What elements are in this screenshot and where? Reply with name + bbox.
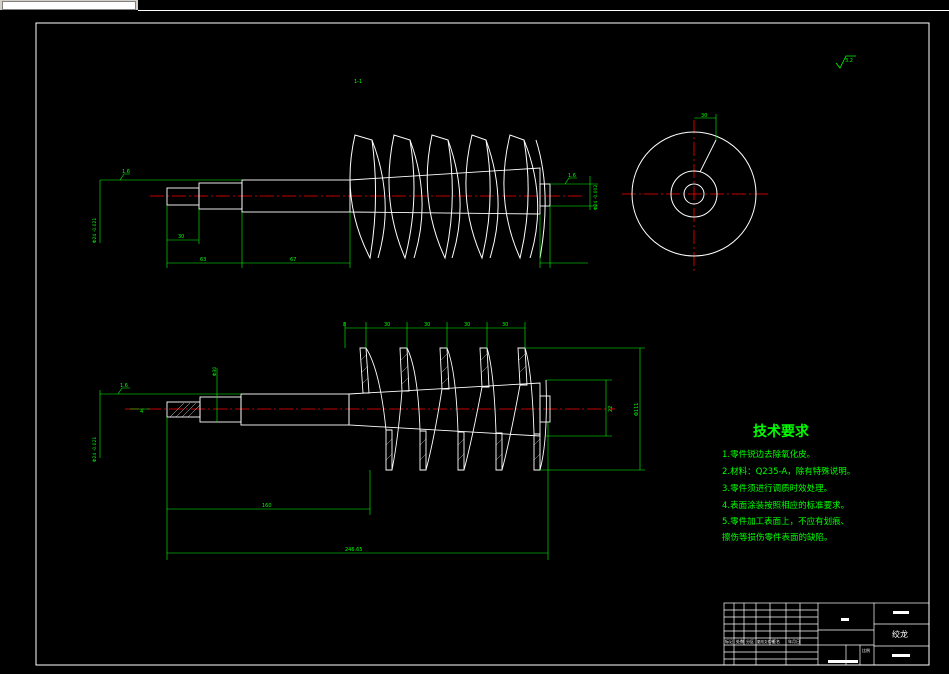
dim-core-diameter: 22 bbox=[608, 406, 614, 412]
dim-length-b: 67 bbox=[290, 257, 296, 263]
dim-roughness-left: 1.6 bbox=[122, 169, 130, 175]
dim-roughness-right: 1.6 bbox=[568, 173, 576, 179]
requirement-item-3: 3.零件须进行调质时效处理。 bbox=[722, 483, 832, 494]
spiral-flights bbox=[349, 134, 546, 260]
section-shaft-main bbox=[240, 393, 350, 426]
dim-roughness-bottom: 1.6 bbox=[120, 383, 128, 389]
requirement-item-2: 2.材料：Q235-A，除有特殊说明。 bbox=[722, 466, 855, 477]
dim-length-a: 63 bbox=[200, 257, 206, 263]
spiral-core bbox=[349, 167, 541, 215]
dim-keyway-length: 30 bbox=[178, 234, 184, 240]
scale-label: 比例 bbox=[862, 647, 870, 653]
requirement-item-4: 4.表面涂装按照相应的标准要求。 bbox=[722, 500, 849, 511]
technical-requirements: 技术要求 1.零件锐边去除氧化皮。 2.材料：Q235-A，除有特殊说明。 3.… bbox=[722, 423, 855, 543]
title-block-text: 绞龙 标记 处数 分区 更改文件号 签名 年月日 比例 bbox=[725, 611, 910, 663]
dim-keyway-mark: Φ30 bbox=[212, 367, 218, 376]
shaft-end-segment bbox=[166, 187, 200, 206]
bottom-view: 8 30 30 30 30 160 246.65 Φ111 22 Φ24 -0.… bbox=[92, 322, 645, 560]
corner-roughness-symbol: 3.2 bbox=[835, 55, 856, 69]
pitch-label-2: 30 bbox=[384, 322, 390, 328]
section-label: 1-1 bbox=[354, 79, 362, 85]
dim-shaft-diameter: Φ24 -0.021 bbox=[92, 437, 98, 462]
cad-drawing-canvas: 1-1 3.2 30 63 67 1.6 1.6 Φ24 -0.021 Φ24 … bbox=[35, 22, 930, 666]
dim-diameter-left: Φ24 -0.021 bbox=[92, 218, 98, 243]
dim-length-total: 246.65 bbox=[345, 547, 363, 553]
title-cell-5: 签名 bbox=[772, 638, 780, 644]
part-name: 绞龙 bbox=[892, 629, 908, 639]
title-cell-2: 处数 bbox=[736, 638, 744, 644]
command-input[interactable] bbox=[2, 1, 136, 10]
pitch-label-3: 30 bbox=[424, 322, 430, 328]
dim-length-160: 160 bbox=[262, 503, 272, 509]
top-view: 30 63 67 1.6 1.6 Φ24 -0.021 Φ24 -0.002 bbox=[92, 134, 599, 268]
title-cell-6: 年月日 bbox=[788, 638, 800, 644]
requirement-item-5: 5.零件加工表面上，不应有划痕、 bbox=[722, 516, 849, 527]
drawing-frame bbox=[35, 22, 930, 666]
end-view: 30 bbox=[622, 113, 770, 272]
dim-mark-left: 4 bbox=[140, 409, 143, 415]
title-cell-1: 标记 bbox=[725, 638, 733, 644]
requirement-item-6: 擦伤等损伤零件表面的缺陷。 bbox=[722, 532, 833, 543]
dim-hub-width: 30 bbox=[701, 113, 707, 119]
pitch-label-5: 30 bbox=[502, 322, 508, 328]
section-shaft-mid bbox=[199, 396, 242, 423]
pitch-label-1: 8 bbox=[343, 322, 346, 328]
pitch-label-4: 30 bbox=[464, 322, 470, 328]
bottom-dimensions bbox=[99, 322, 645, 560]
dim-flight-diameter: Φ111 bbox=[634, 403, 640, 416]
requirement-item-1: 1.零件锐边去除氧化皮。 bbox=[722, 449, 815, 460]
top-toolbar bbox=[0, 0, 949, 11]
section-flights bbox=[359, 347, 547, 471]
dim-diameter-right: Φ24 -0.002 bbox=[593, 185, 599, 210]
svg-text:3.2: 3.2 bbox=[845, 58, 853, 64]
title-cell-3: 分区 bbox=[746, 638, 754, 644]
requirements-title: 技术要求 bbox=[753, 423, 810, 440]
